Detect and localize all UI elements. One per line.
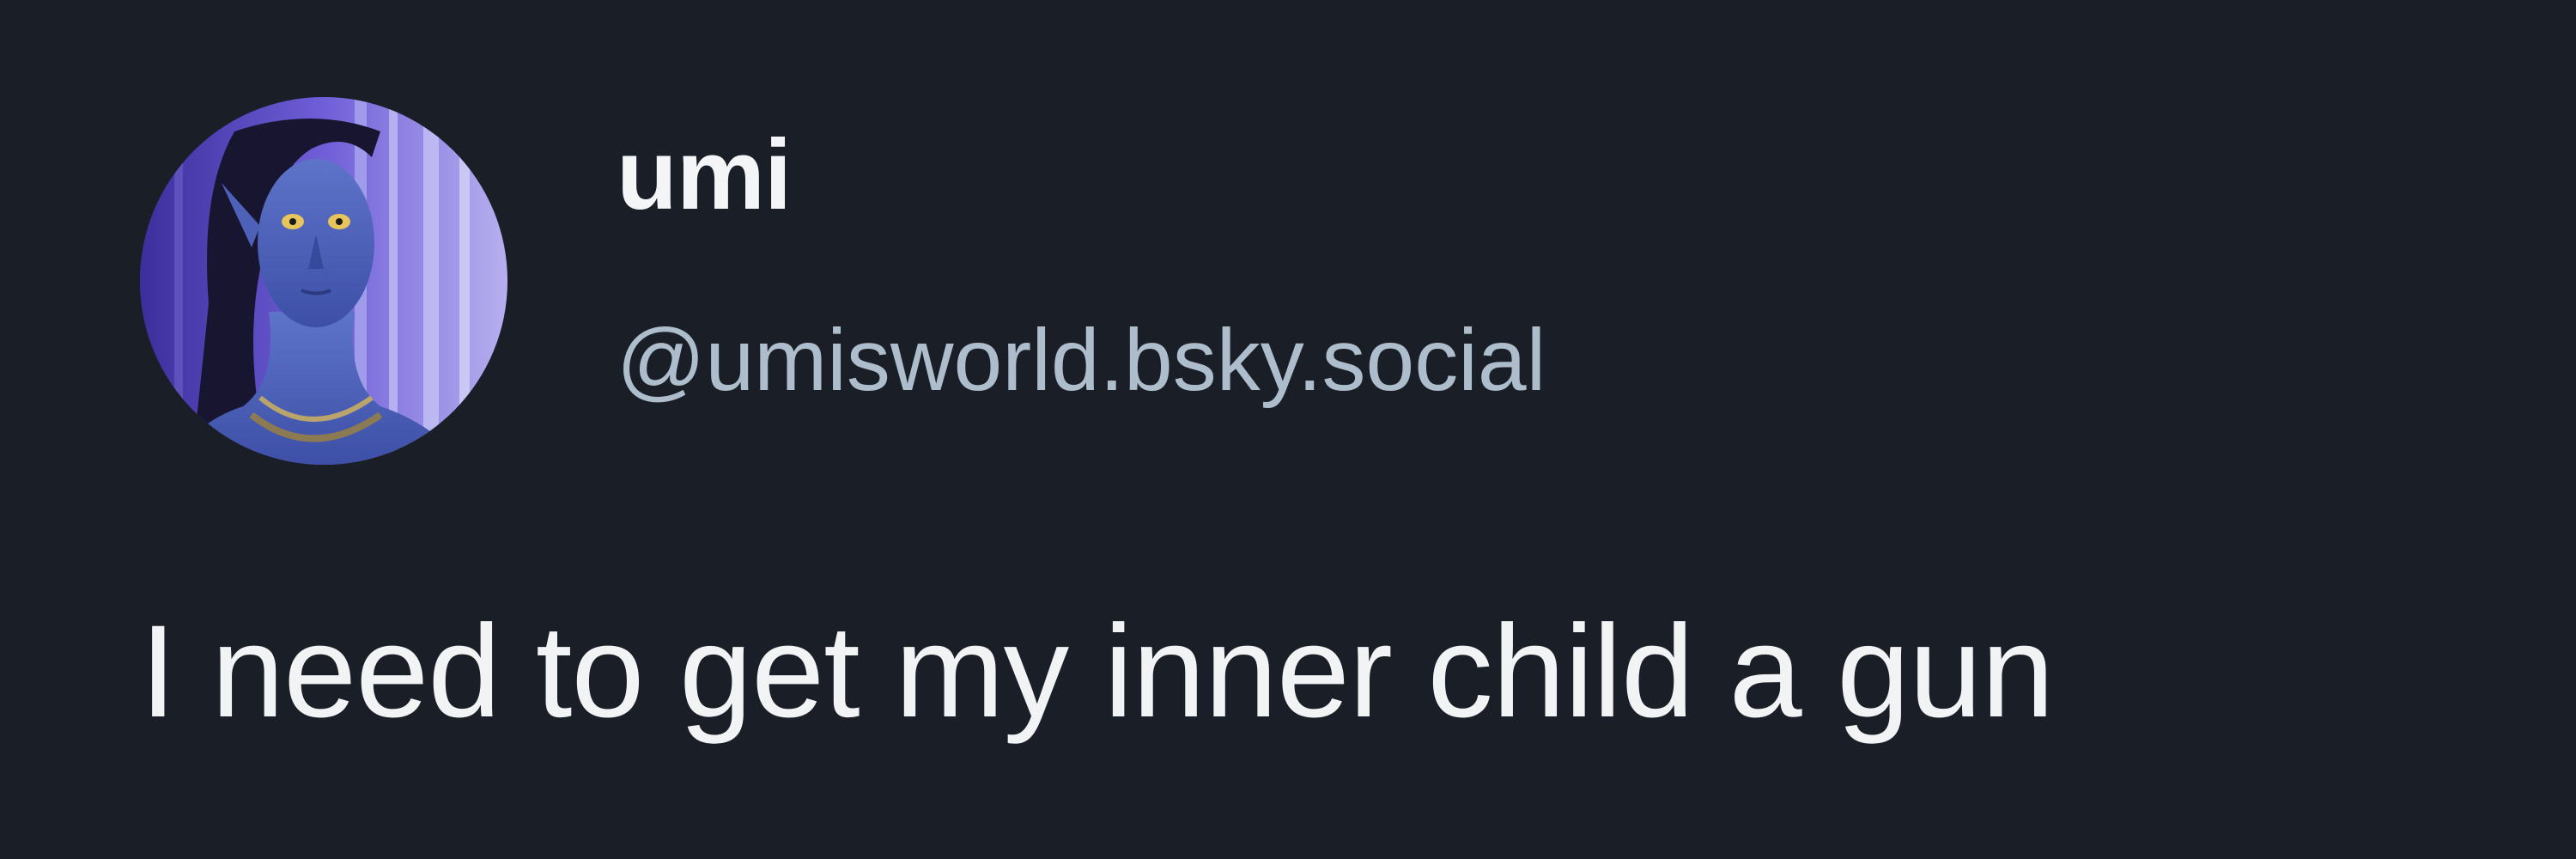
avatar-image [140, 97, 507, 465]
author-handle[interactable]: @umisworld.bsky.social [617, 316, 1546, 404]
post-text: I need to get my inner child a gun [140, 598, 2054, 745]
avatar[interactable] [140, 97, 507, 465]
post-card: umi @umisworld.bsky.social I need to get… [0, 0, 2576, 859]
author-display-name[interactable]: umi [617, 125, 792, 224]
